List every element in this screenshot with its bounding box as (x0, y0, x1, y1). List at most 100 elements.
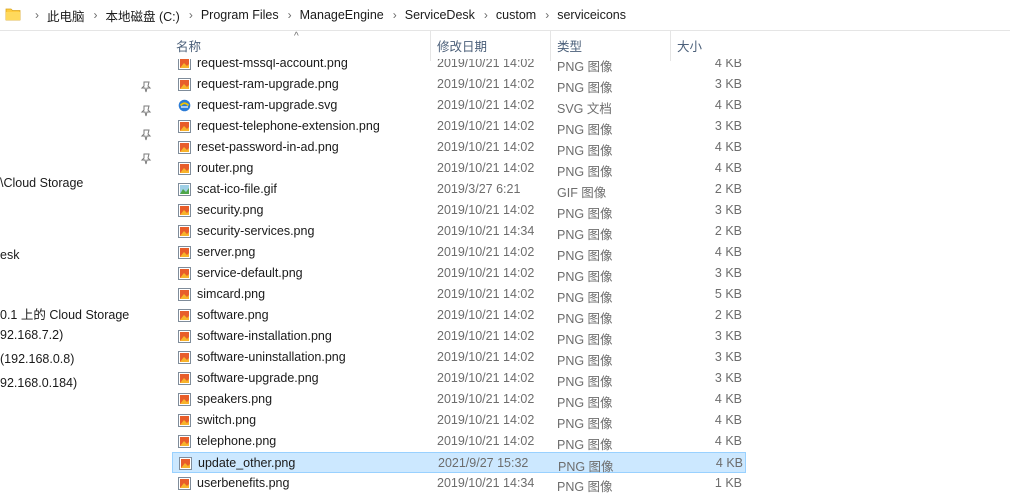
navigation-pane[interactable]: \Cloud Storage esk 0.1 上的 Cloud Storage … (0, 31, 158, 494)
png-image-icon (178, 162, 191, 175)
chevron-right-icon[interactable]: › (94, 8, 98, 22)
file-date-modified: 2019/10/21 14:02 (437, 77, 535, 91)
file-date-modified: 2019/10/21 14:02 (437, 413, 535, 427)
file-row[interactable]: software-installation.png 2019/10/21 14:0… (172, 326, 746, 347)
file-row[interactable]: request-ram-upgrade.png 2019/10/21 14:02 P… (172, 74, 746, 95)
file-name: server.png (197, 245, 256, 259)
png-image-icon (178, 267, 191, 280)
column-date-modified[interactable]: 修改日期 (437, 31, 551, 61)
file-row[interactable]: update_other.png 2021/9/27 15:32 PNG 图像 4 K… (172, 452, 746, 474)
file-date-modified: 2019/10/21 14:02 (437, 266, 535, 280)
pin-icon[interactable] (140, 105, 152, 117)
chevron-right-icon[interactable]: › (189, 8, 193, 22)
file-row[interactable]: request-ram-upgrade.svg 2019/10/21 14:02 S… (172, 95, 746, 116)
file-row[interactable]: speakers.png 2019/10/21 14:02 PNG 图像 4 KB (172, 389, 746, 410)
file-row[interactable]: telephone.png 2019/10/21 14:02 PNG 图像 4 KB (172, 431, 746, 452)
file-date-modified: 2019/10/21 14:02 (437, 140, 535, 154)
file-name: request-telephone-extension.png (197, 119, 380, 133)
file-row[interactable]: simcard.png 2019/10/21 14:02 PNG 图像 5 KB (172, 284, 746, 305)
pin-icon[interactable] (140, 153, 152, 165)
file-date-modified: 2019/10/21 14:02 (437, 203, 535, 217)
file-name: scat-ico-file.gif (197, 182, 277, 196)
file-size: 4 KB (714, 413, 742, 427)
column-type[interactable]: 类型 (557, 31, 671, 61)
file-row[interactable]: service-default.png 2019/10/21 14:02 PNG 图… (172, 263, 746, 284)
address-bar[interactable]: › 此电脑 › 本地磁盘 (C:) › Program Files › ManageEngin… (0, 0, 1010, 31)
file-row[interactable]: security.png 2019/10/21 14:02 PNG 图像 3 KB (172, 200, 746, 221)
png-image-icon (178, 435, 191, 448)
file-size: 4 KB (714, 245, 742, 259)
file-name: reset-password-in-ad.png (197, 140, 339, 154)
file-name: switch.png (197, 413, 257, 427)
file-row[interactable]: server.png 2019/10/21 14:02 PNG 图像 4 KB (172, 242, 746, 263)
png-image-icon (178, 288, 191, 301)
nav-item-cloud-storage[interactable]: \Cloud Storage (0, 176, 83, 190)
nav-item-network-host-3[interactable]: 92.168.0.184) (0, 376, 77, 390)
file-row[interactable]: scat-ico-file.gif 2019/3/27 6:21 GIF 图像 2 K… (172, 179, 746, 200)
file-size: 5 KB (714, 287, 742, 301)
chevron-right-icon[interactable]: › (484, 8, 488, 22)
file-size: 4 KB (714, 392, 742, 406)
file-date-modified: 2021/9/27 15:32 (438, 456, 529, 470)
file-name: userbenefits.png (197, 476, 290, 490)
file-row[interactable]: router.png 2019/10/21 14:02 PNG 图像 4 KB (172, 158, 746, 179)
pin-icon[interactable] (140, 81, 152, 93)
file-size: 4 KB (714, 161, 742, 175)
file-type: PNG 图像 (557, 417, 613, 431)
breadcrumb-item[interactable]: serviceicons (557, 8, 626, 22)
nav-item-desk[interactable]: esk (0, 248, 19, 262)
chevron-right-icon[interactable]: › (288, 8, 292, 22)
file-date-modified: 2019/10/21 14:02 (437, 119, 535, 133)
file-type: PNG 图像 (557, 312, 613, 326)
nav-item-network-host-1[interactable]: 92.168.7.2) (0, 328, 63, 342)
file-size: 4 KB (714, 434, 742, 448)
file-date-modified: 2019/10/21 14:02 (437, 392, 535, 406)
png-image-icon (178, 372, 191, 385)
file-row[interactable]: security-services.png 2019/10/21 14:34 PNG… (172, 221, 746, 242)
file-type: PNG 图像 (557, 81, 613, 95)
png-image-icon (178, 225, 191, 238)
file-date-modified: 2019/10/21 14:02 (437, 287, 535, 301)
breadcrumb-item[interactable]: custom (496, 8, 536, 22)
nav-item-network-cloud-storage[interactable]: 0.1 上的 Cloud Storage (0, 304, 129, 323)
file-list[interactable]: request-mssql-account.png 2019/10/21 14:0… (172, 31, 1010, 494)
file-row[interactable]: software-uninstallation.png 2019/10/21 14… (172, 347, 746, 368)
png-image-icon (178, 477, 191, 490)
file-date-modified: 2019/10/21 14:34 (437, 224, 535, 238)
png-image-icon (179, 457, 192, 470)
file-name: speakers.png (197, 392, 273, 406)
chevron-right-icon[interactable]: › (35, 8, 39, 22)
file-row[interactable]: reset-password-in-ad.png 2019/10/21 14:02… (172, 137, 746, 158)
png-image-icon (178, 393, 191, 406)
file-type: PNG 图像 (557, 375, 613, 389)
file-size: 3 KB (714, 350, 742, 364)
column-size[interactable]: 大小 (677, 31, 747, 61)
breadcrumb-item[interactable]: 此电脑 (47, 6, 85, 25)
file-size: 3 KB (714, 371, 742, 385)
file-size: 3 KB (714, 203, 742, 217)
gif-image-icon (178, 183, 191, 196)
file-size: 2 KB (714, 308, 742, 322)
breadcrumb-item[interactable]: ManageEngine (300, 8, 384, 22)
svg-document-icon (178, 99, 191, 112)
nav-item-network-host-2[interactable]: (192.168.0.8) (0, 352, 74, 366)
breadcrumb-item[interactable]: 本地磁盘 (C:) (106, 6, 180, 25)
breadcrumb-item[interactable]: Program Files (201, 8, 279, 22)
file-row[interactable]: userbenefits.png 2019/10/21 14:34 PNG 图像 1 … (172, 473, 746, 494)
file-row[interactable]: software.png 2019/10/21 14:02 PNG 图像 2 KB (172, 305, 746, 326)
chevron-right-icon[interactable]: › (545, 8, 549, 22)
pin-icon[interactable] (140, 129, 152, 141)
file-date-modified: 2019/10/21 14:34 (437, 476, 535, 490)
file-type: PNG 图像 (557, 270, 613, 284)
file-row[interactable]: switch.png 2019/10/21 14:02 PNG 图像 4 KB (172, 410, 746, 431)
column-name[interactable]: 名称 (176, 31, 431, 61)
png-image-icon (178, 309, 191, 322)
file-size: 4 KB (714, 140, 742, 154)
file-row[interactable]: software-upgrade.png 2019/10/21 14:02 PNG … (172, 368, 746, 389)
file-type: PNG 图像 (557, 438, 613, 452)
file-row[interactable]: request-telephone-extension.png 2019/10/2… (172, 116, 746, 137)
file-name: software-uninstallation.png (197, 350, 346, 364)
chevron-right-icon[interactable]: › (393, 8, 397, 22)
breadcrumb-item[interactable]: ServiceDesk (405, 8, 475, 22)
file-date-modified: 2019/10/21 14:02 (437, 434, 535, 448)
